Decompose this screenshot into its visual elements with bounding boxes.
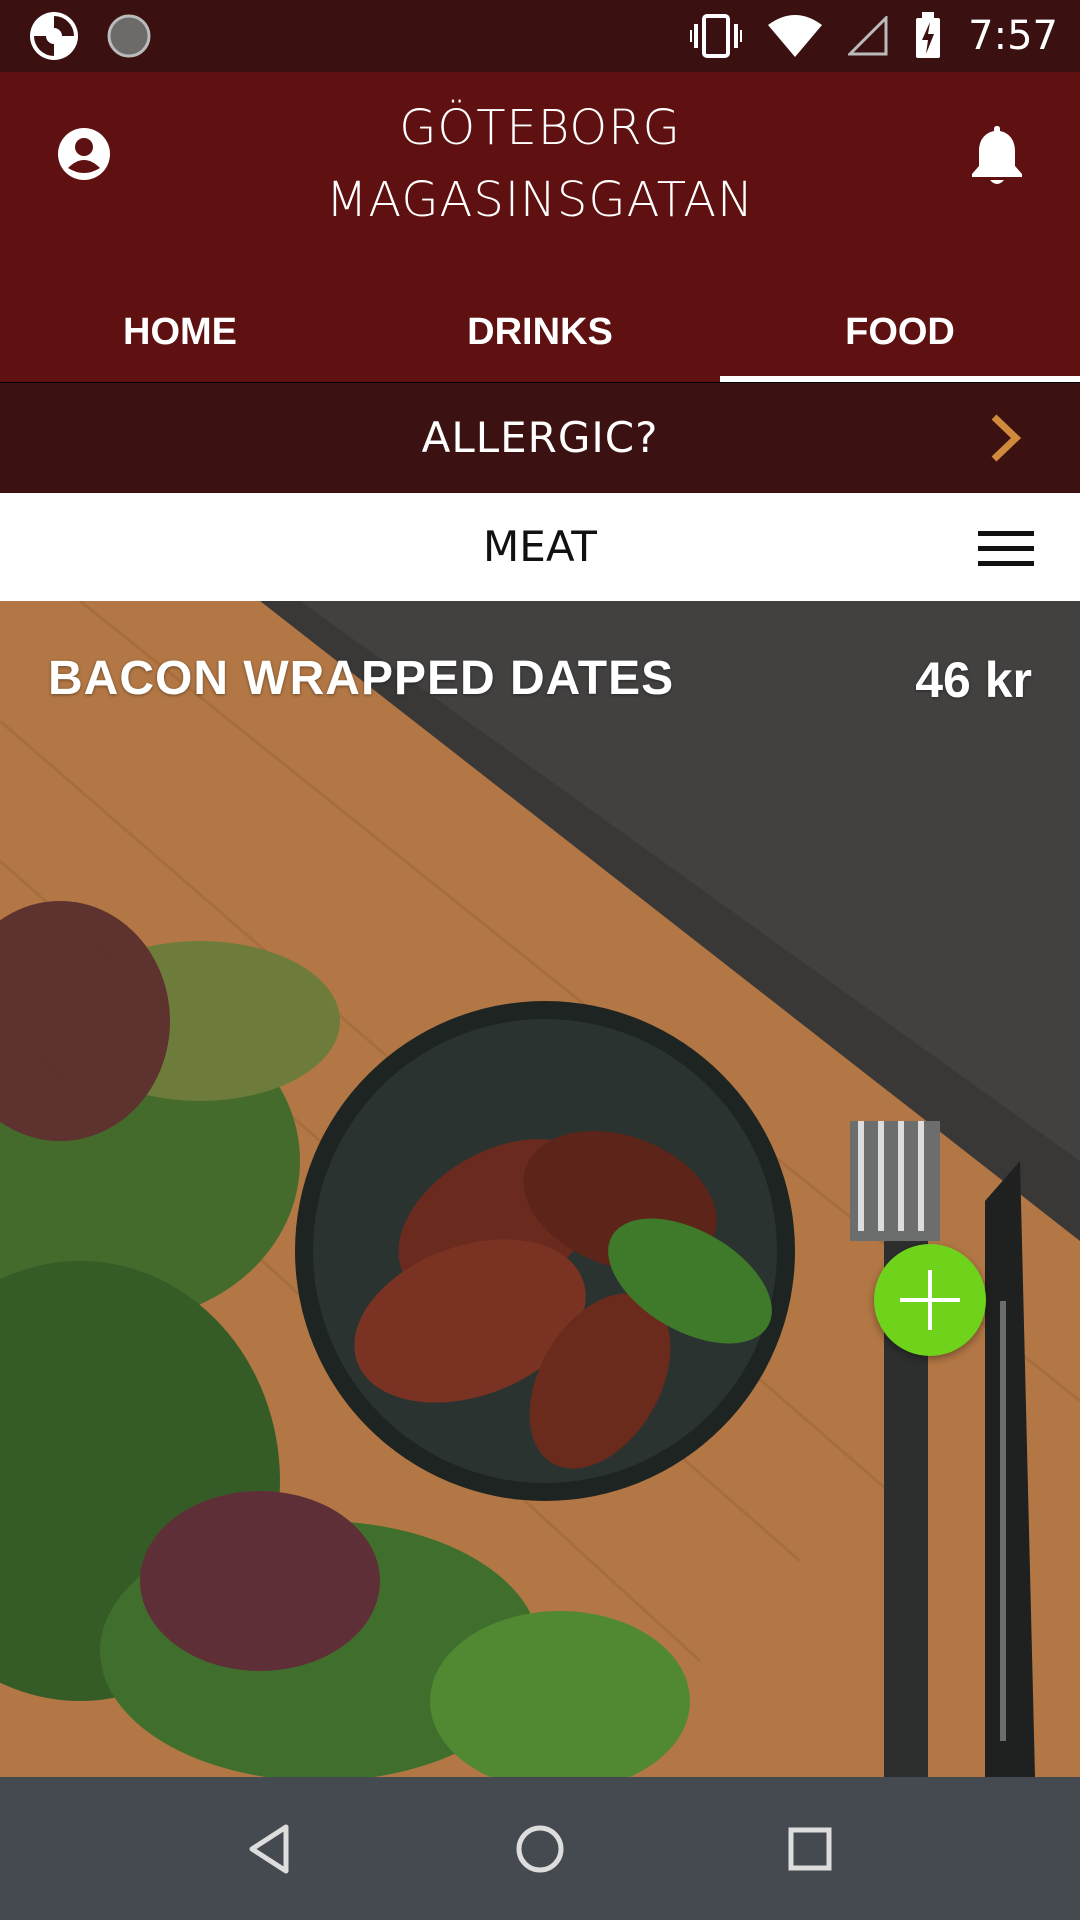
system-navigation-bar	[0, 1777, 1080, 1920]
hamburger-menu-icon[interactable]	[978, 529, 1034, 569]
tab-home[interactable]: HOME	[0, 282, 360, 382]
bell-icon[interactable]	[966, 122, 1028, 188]
restaurant-title: GÖTEBORG MAGASINSGATAN	[0, 92, 1080, 236]
loading-icon	[107, 14, 151, 58]
app-logo-icon	[30, 12, 78, 60]
chevron-right-icon	[991, 414, 1022, 462]
category-label: MEAT	[483, 522, 597, 571]
signal-icon	[848, 16, 888, 56]
tab-drinks[interactable]: DRINKS	[360, 282, 720, 382]
tab-food[interactable]: FOOD	[720, 282, 1080, 382]
back-icon[interactable]	[240, 1819, 300, 1879]
dish-name: BACON WRAPPED DATES	[48, 652, 675, 705]
wifi-icon	[768, 15, 823, 57]
dish-card[interactable]: BACON WRAPPED DATES 46 kr	[0, 601, 1080, 1777]
allergic-banner[interactable]: ALLERGIC?	[0, 383, 1080, 493]
home-icon[interactable]	[510, 1819, 570, 1879]
category-header: MEAT	[0, 493, 1080, 601]
battery-charging-icon	[916, 12, 941, 58]
vibrate-icon	[690, 14, 743, 58]
title-line-2: MAGASINSGATAN	[325, 172, 755, 228]
add-to-order-button[interactable]	[874, 1244, 986, 1356]
app-header: GÖTEBORG MAGASINSGATAN HOME DRINKS FOOD	[0, 72, 1080, 382]
dish-photo	[0, 601, 1080, 1777]
dish-price: 46 kr	[915, 652, 1032, 708]
recents-icon[interactable]	[780, 1819, 840, 1879]
tab-bar: HOME DRINKS FOOD	[0, 282, 1080, 382]
clock: 7:57	[968, 13, 1058, 59]
status-bar: 7:57	[0, 0, 1080, 72]
allergic-label: ALLERGIC?	[421, 413, 659, 462]
title-line-1: GÖTEBORG	[399, 100, 681, 156]
